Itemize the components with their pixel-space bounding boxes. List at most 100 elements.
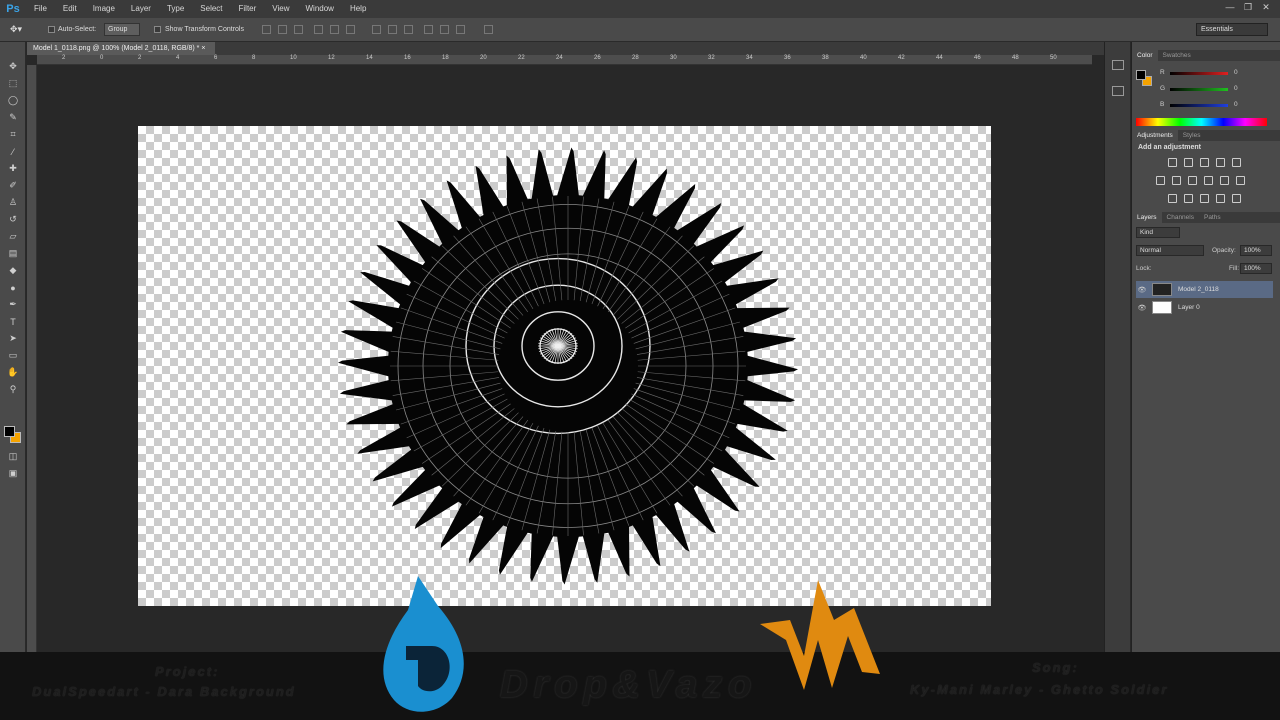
photo-filter-icon[interactable] [1204,176,1213,185]
brightness-icon[interactable] [1168,158,1177,167]
eyedropper-tool-icon[interactable]: ⁄ [0,143,26,160]
distribute-hcenter-icon[interactable] [440,25,449,34]
slider-green-value[interactable]: 0 [1234,85,1238,92]
selective-color-icon[interactable] [1232,194,1241,203]
layer-kind-filter[interactable]: Kind [1136,227,1180,238]
zoom-tool-icon[interactable]: ⚲ [0,381,26,398]
slider-red-value[interactable]: 0 [1234,69,1238,76]
slider-blue-track[interactable] [1170,104,1228,107]
type-tool-icon[interactable]: T [0,313,26,330]
align-vcenter-icon[interactable] [278,25,287,34]
invert-icon[interactable] [1168,194,1177,203]
slider-green-track[interactable] [1170,88,1228,91]
quick-mask-icon[interactable]: ◫ [0,448,26,465]
align-top-icon[interactable] [262,25,271,34]
properties-panel-icon[interactable] [1112,86,1124,96]
tab-styles[interactable]: Styles [1178,130,1206,141]
pen-tool-icon[interactable]: ✒ [0,296,26,313]
tab-channels[interactable]: Channels [1162,212,1199,223]
tab-layers[interactable]: Layers [1132,212,1162,223]
blur-tool-icon[interactable]: ◆ [0,262,26,279]
align-bottom-icon[interactable] [294,25,303,34]
slider-blue-value[interactable]: 0 [1234,101,1238,108]
shape-tool-icon[interactable]: ▭ [0,347,26,364]
menu-window[interactable]: Window [298,0,342,18]
healing-brush-tool-icon[interactable]: ✚ [0,160,26,177]
opacity-input[interactable]: 100% [1240,245,1272,256]
menu-select[interactable]: Select [192,0,230,18]
marquee-tool-icon[interactable]: ⬚ [0,75,26,92]
tab-paths[interactable]: Paths [1199,212,1226,223]
auto-align-icon[interactable] [484,25,493,34]
hue-saturation-icon[interactable] [1156,176,1165,185]
document-canvas[interactable] [138,126,991,606]
align-right-icon[interactable] [346,25,355,34]
close-tab-icon[interactable]: × [201,45,205,52]
auto-select-checkbox[interactable] [48,26,55,33]
channel-mixer-icon[interactable] [1220,176,1229,185]
menu-edit[interactable]: Edit [55,0,85,18]
history-panel-icon[interactable] [1112,60,1124,70]
black-white-icon[interactable] [1188,176,1197,185]
restore-icon[interactable]: ❐ [1242,2,1254,13]
fg-color-chip[interactable] [1136,70,1146,80]
posterize-icon[interactable] [1184,194,1193,203]
vibrance-icon[interactable] [1232,158,1241,167]
minimize-icon[interactable]: — [1224,2,1236,13]
color-lookup-icon[interactable] [1236,176,1245,185]
fill-input[interactable]: 100% [1240,263,1272,274]
dodge-tool-icon[interactable]: ● [0,279,26,296]
exposure-icon[interactable] [1216,158,1225,167]
foreground-color-swatch[interactable] [4,426,15,437]
layer-name[interactable]: Model 2_0118 [1178,286,1219,293]
layer-name[interactable]: Layer 0 [1178,304,1200,311]
move-tool-icon[interactable]: ✥ [0,58,26,75]
gradient-map-icon[interactable] [1216,194,1225,203]
distribute-right-icon[interactable] [456,25,465,34]
gradient-tool-icon[interactable]: ▤ [0,245,26,262]
hand-tool-icon[interactable]: ✋ [0,364,26,381]
crop-tool-icon[interactable]: ⌗ [0,126,26,143]
layer-row-model[interactable]: 👁 Model 2_0118 [1136,281,1273,298]
brush-tool-icon[interactable]: ✐ [0,177,26,194]
color-spectrum-ramp[interactable] [1136,118,1267,126]
blend-mode-select[interactable]: Normal [1136,245,1204,256]
menu-filter[interactable]: Filter [231,0,265,18]
tab-adjustments[interactable]: Adjustments [1132,130,1178,141]
tab-swatches[interactable]: Swatches [1158,50,1196,61]
path-select-tool-icon[interactable]: ➤ [0,330,26,347]
distribute-left-icon[interactable] [424,25,433,34]
layer-row-layer0[interactable]: 👁 Layer 0 [1136,299,1273,316]
color-balance-icon[interactable] [1172,176,1181,185]
menu-layer[interactable]: Layer [123,0,159,18]
auto-select-dropdown[interactable]: Group [104,23,140,36]
screen-mode-icon[interactable]: ▣ [0,465,26,482]
curves-icon[interactable] [1200,158,1209,167]
align-hcenter-icon[interactable] [330,25,339,34]
lasso-tool-icon[interactable]: ◯ [0,92,26,109]
tab-color[interactable]: Color [1132,50,1158,61]
distribute-top-icon[interactable] [372,25,381,34]
menu-image[interactable]: Image [85,0,123,18]
move-tool-icon[interactable]: ✥▾ [10,23,22,36]
slider-red[interactable]: R 0 [1160,69,1275,78]
document-tab[interactable]: Model 1_0118.png @ 100% (Model 2_0118, R… [27,42,216,55]
align-left-icon[interactable] [314,25,323,34]
menu-help[interactable]: Help [342,0,374,18]
quick-select-tool-icon[interactable]: ✎ [0,109,26,126]
transform-controls-checkbox[interactable] [154,26,161,33]
eye-icon[interactable]: 👁 [1136,304,1148,312]
slider-red-track[interactable] [1170,72,1228,75]
distribute-vcenter-icon[interactable] [388,25,397,34]
close-icon[interactable]: ✕ [1260,2,1272,13]
slider-blue[interactable]: B 0 [1160,101,1275,110]
canvas-area[interactable] [37,65,1092,652]
distribute-bottom-icon[interactable] [404,25,413,34]
menu-view[interactable]: View [264,0,297,18]
eye-icon[interactable]: 👁 [1136,286,1148,294]
levels-icon[interactable] [1184,158,1193,167]
eraser-tool-icon[interactable]: ▱ [0,228,26,245]
threshold-icon[interactable] [1200,194,1209,203]
slider-green[interactable]: G 0 [1160,85,1275,94]
menu-type[interactable]: Type [159,0,192,18]
